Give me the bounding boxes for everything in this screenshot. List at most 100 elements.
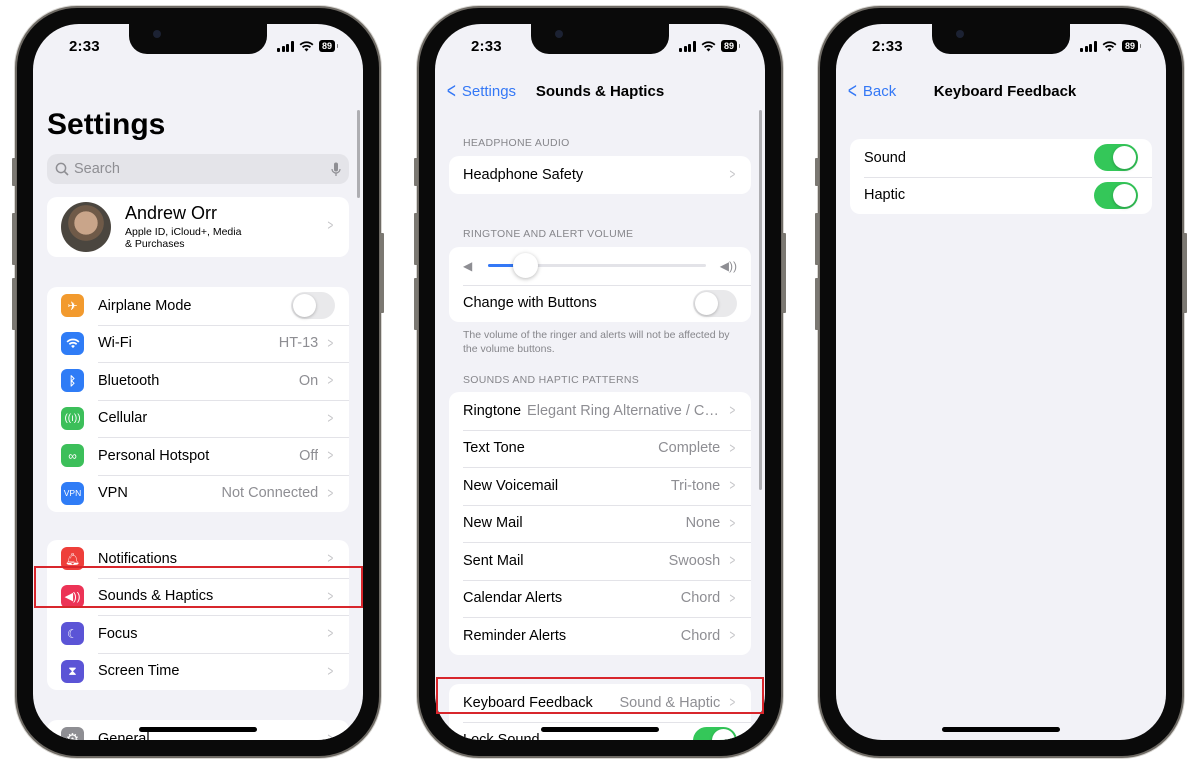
row-label: Sound [864, 149, 906, 166]
settings-row-sounds-haptics[interactable]: ◀)) Sounds & Haptics > [47, 577, 349, 616]
settings-row-screen-time[interactable]: ⧗ Screen Time > [47, 652, 349, 691]
row-label: Focus [98, 625, 138, 642]
row-new-mail[interactable]: New Mail None > [449, 504, 751, 543]
row-label: Ringtone [463, 402, 522, 419]
cellular-icon: ((ı)) [61, 406, 84, 430]
row-value: Off [299, 447, 319, 464]
volume-footnote: The volume of the ringer and alerts will… [463, 329, 730, 355]
phone-settings: 2:33 89 Settings Search Andrew Orr Apple… [12, 6, 384, 758]
silent-switch [815, 158, 819, 186]
row-headphone-safety[interactable]: Headphone Safety > [449, 156, 751, 194]
notch [129, 24, 267, 54]
gear-icon: ⚙ [61, 727, 84, 740]
row-keyboard-feedback[interactable]: Keyboard Feedback Sound & Haptic > [449, 684, 751, 722]
row-reminder-alerts[interactable]: Reminder Alerts Chord > [449, 617, 751, 655]
row-label: Airplane Mode [98, 297, 192, 314]
profile-card[interactable]: Andrew Orr Apple ID, iCloud+, Media & Pu… [47, 197, 349, 257]
row-value: Sound & Haptic [619, 694, 721, 711]
profile-subtitle-line2: & Purchases [125, 238, 185, 250]
focus-moon-icon: ☾ [61, 622, 84, 646]
search-input[interactable]: Search [47, 154, 349, 184]
chevron-right-icon: > [327, 625, 334, 643]
home-indicator [139, 727, 257, 732]
microphone-icon[interactable] [331, 162, 341, 177]
settings-row-focus[interactable]: ☾ Focus > [47, 615, 349, 653]
row-label: VPN [98, 485, 128, 502]
volume-up-button [12, 213, 16, 265]
airplane-mode-toggle[interactable] [291, 292, 335, 320]
phone-sounds-haptics: 2:33 89 < Settings Sounds & Haptics HEAD… [414, 6, 786, 758]
row-label: Text Tone [463, 440, 525, 457]
wifi-status-icon [701, 40, 716, 51]
lock-sound-toggle[interactable] [693, 726, 737, 740]
row-label: General [98, 730, 150, 740]
row-calendar-alerts[interactable]: Calendar Alerts Chord > [449, 579, 751, 618]
side-button [380, 233, 384, 313]
chevron-right-icon: > [327, 484, 334, 502]
vpn-icon: VPN [61, 481, 84, 505]
home-indicator [541, 727, 659, 732]
row-ringtone[interactable]: Ringtone Elegant Ring Alternative / Cle.… [449, 392, 751, 430]
notch [932, 24, 1070, 54]
volume-slider[interactable] [488, 253, 706, 279]
row-sound[interactable]: Sound [850, 139, 1152, 177]
row-sent-mail[interactable]: Sent Mail Swoosh > [449, 542, 751, 580]
silent-switch [414, 158, 418, 186]
nav-title: Sounds & Haptics [535, 83, 665, 100]
screen: 2:33 89 < Back Keyboard Feedback Sound H… [836, 24, 1166, 740]
row-new-voicemail[interactable]: New Voicemail Tri-tone > [449, 467, 751, 505]
row-label: Screen Time [98, 663, 180, 680]
hotspot-icon: ∞ [61, 444, 84, 468]
row-label: Sounds & Haptics [98, 588, 214, 605]
row-value: None [685, 515, 721, 532]
volume-high-icon: ◀)) [719, 258, 737, 273]
row-label: Wi-Fi [98, 335, 132, 352]
chevron-right-icon: > [729, 514, 736, 532]
change-with-buttons-toggle[interactable] [693, 289, 737, 317]
row-value: Complete [658, 440, 721, 457]
row-label: Calendar Alerts [463, 590, 563, 607]
battery-icon: 89 [1121, 40, 1142, 52]
chevron-right-icon: > [327, 730, 334, 740]
section-header-volume: RINGTONE AND ALERT VOLUME [463, 228, 634, 240]
row-text-tone[interactable]: Text Tone Complete > [449, 429, 751, 468]
settings-row-vpn[interactable]: VPN VPN Not Connected > [47, 474, 349, 513]
settings-row-bluetooth[interactable]: ᛒ Bluetooth On > [47, 362, 349, 400]
haptic-toggle[interactable] [1094, 181, 1138, 209]
chevron-right-icon: > [729, 402, 736, 420]
row-label: New Voicemail [463, 477, 559, 494]
status-time: 2:33 [872, 38, 903, 55]
row-label: Sent Mail [463, 552, 524, 569]
scrollbar[interactable] [759, 110, 762, 490]
profile-subtitle: Apple ID, iCloud+, Media & Purchases [125, 226, 241, 250]
volume-down-button [12, 278, 16, 330]
scrollbar[interactable] [357, 110, 360, 198]
signal-icon [679, 40, 696, 52]
row-change-with-buttons[interactable]: Change with Buttons [449, 284, 751, 323]
settings-row-personal-hotspot[interactable]: ∞ Personal Hotspot Off > [47, 437, 349, 475]
settings-row-wifi[interactable]: Wi-Fi HT-13 > [47, 324, 349, 363]
keyboard-feedback-group: Sound Haptic [850, 139, 1152, 214]
volume-low-icon: ◀ [463, 258, 473, 273]
chevron-right-icon: > [729, 477, 736, 495]
row-label: Notifications [98, 550, 177, 567]
row-value: Chord [680, 590, 721, 607]
signal-icon [277, 40, 294, 52]
row-haptic[interactable]: Haptic [850, 176, 1152, 215]
bluetooth-icon: ᛒ [61, 369, 84, 393]
chevron-right-icon: > [327, 372, 334, 390]
settings-row-airplane-mode[interactable]: ✈ Airplane Mode [47, 287, 349, 325]
sound-toggle[interactable] [1094, 144, 1138, 172]
screen: 2:33 89 Settings Search Andrew Orr Apple… [33, 24, 363, 740]
side-button [1183, 233, 1187, 313]
chevron-right-icon: > [327, 334, 334, 352]
row-label: Lock Sound [463, 732, 540, 740]
headphone-group: Headphone Safety > [449, 156, 751, 194]
volume-group: ◀ ◀)) Change with Buttons [449, 247, 751, 322]
settings-row-cellular[interactable]: ((ı)) Cellular > [47, 399, 349, 438]
volume-slider-thumb[interactable] [513, 253, 539, 279]
status-time: 2:33 [69, 38, 100, 55]
settings-row-notifications[interactable]: 🔔︎ Notifications > [47, 540, 349, 578]
row-value: Swoosh [668, 552, 721, 569]
row-value: On [298, 372, 319, 389]
